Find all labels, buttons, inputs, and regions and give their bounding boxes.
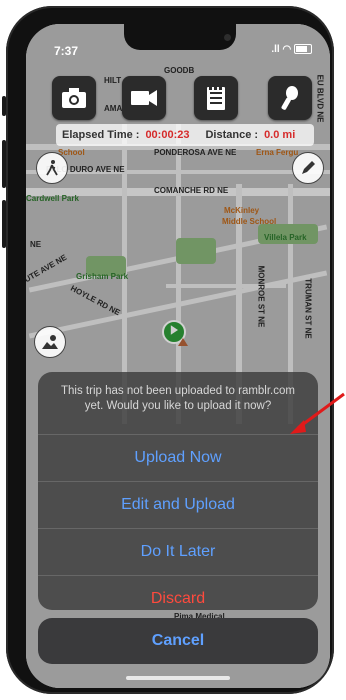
elapsed-time-label: Elapsed Time : (62, 129, 140, 141)
capture-toolbar (52, 76, 312, 120)
wifi-icon: ◠ (282, 44, 292, 55)
upload-now-button[interactable]: Upload Now (38, 434, 318, 481)
status-icons: .ll ◠ (271, 44, 312, 55)
edit-button[interactable] (292, 152, 324, 184)
video-button[interactable] (122, 76, 166, 120)
microphone-button[interactable] (268, 76, 312, 120)
home-indicator (126, 676, 230, 680)
annotation-arrow-icon (290, 392, 345, 434)
hiker-mode-button[interactable] (36, 152, 68, 184)
edit-and-upload-button[interactable]: Edit and Upload (38, 481, 318, 528)
do-it-later-button[interactable]: Do It Later (38, 528, 318, 575)
cancel-button[interactable]: Cancel (38, 618, 318, 664)
distance-label: Distance : (205, 129, 259, 141)
map-people-icon (42, 335, 58, 349)
video-camera-icon (131, 90, 157, 106)
notes-button[interactable] (194, 76, 238, 120)
camera-icon (62, 88, 86, 108)
screen: HILT AMAR School PONDEROSA AVE NE Erna F… (26, 24, 330, 688)
elapsed-time-value: 00:00:23 (145, 129, 190, 141)
hiker-icon (46, 160, 58, 176)
phone-frame: HILT AMAR School PONDEROSA AVE NE Erna F… (6, 6, 334, 694)
status-bar: 7:37 .ll ◠ (26, 24, 330, 68)
notepad-icon (207, 85, 225, 110)
pencil-icon (302, 161, 315, 174)
action-sheet-message: This trip has not been uploaded to rambl… (61, 385, 295, 412)
discard-button[interactable]: Discard (38, 575, 318, 610)
status-time: 7:37 (54, 44, 79, 58)
battery-icon (294, 44, 312, 55)
distance-value: 0.0 mi (264, 129, 296, 141)
camera-button[interactable] (52, 76, 96, 120)
upload-action-sheet: This trip has not been uploaded to rambl… (38, 372, 318, 610)
map-people-button[interactable] (34, 326, 66, 358)
signal-icon: .ll (271, 44, 280, 55)
microphone-icon (281, 86, 298, 110)
trip-stats-bar: Elapsed Time : 00:00:23 Distance : 0.0 m… (56, 124, 314, 146)
